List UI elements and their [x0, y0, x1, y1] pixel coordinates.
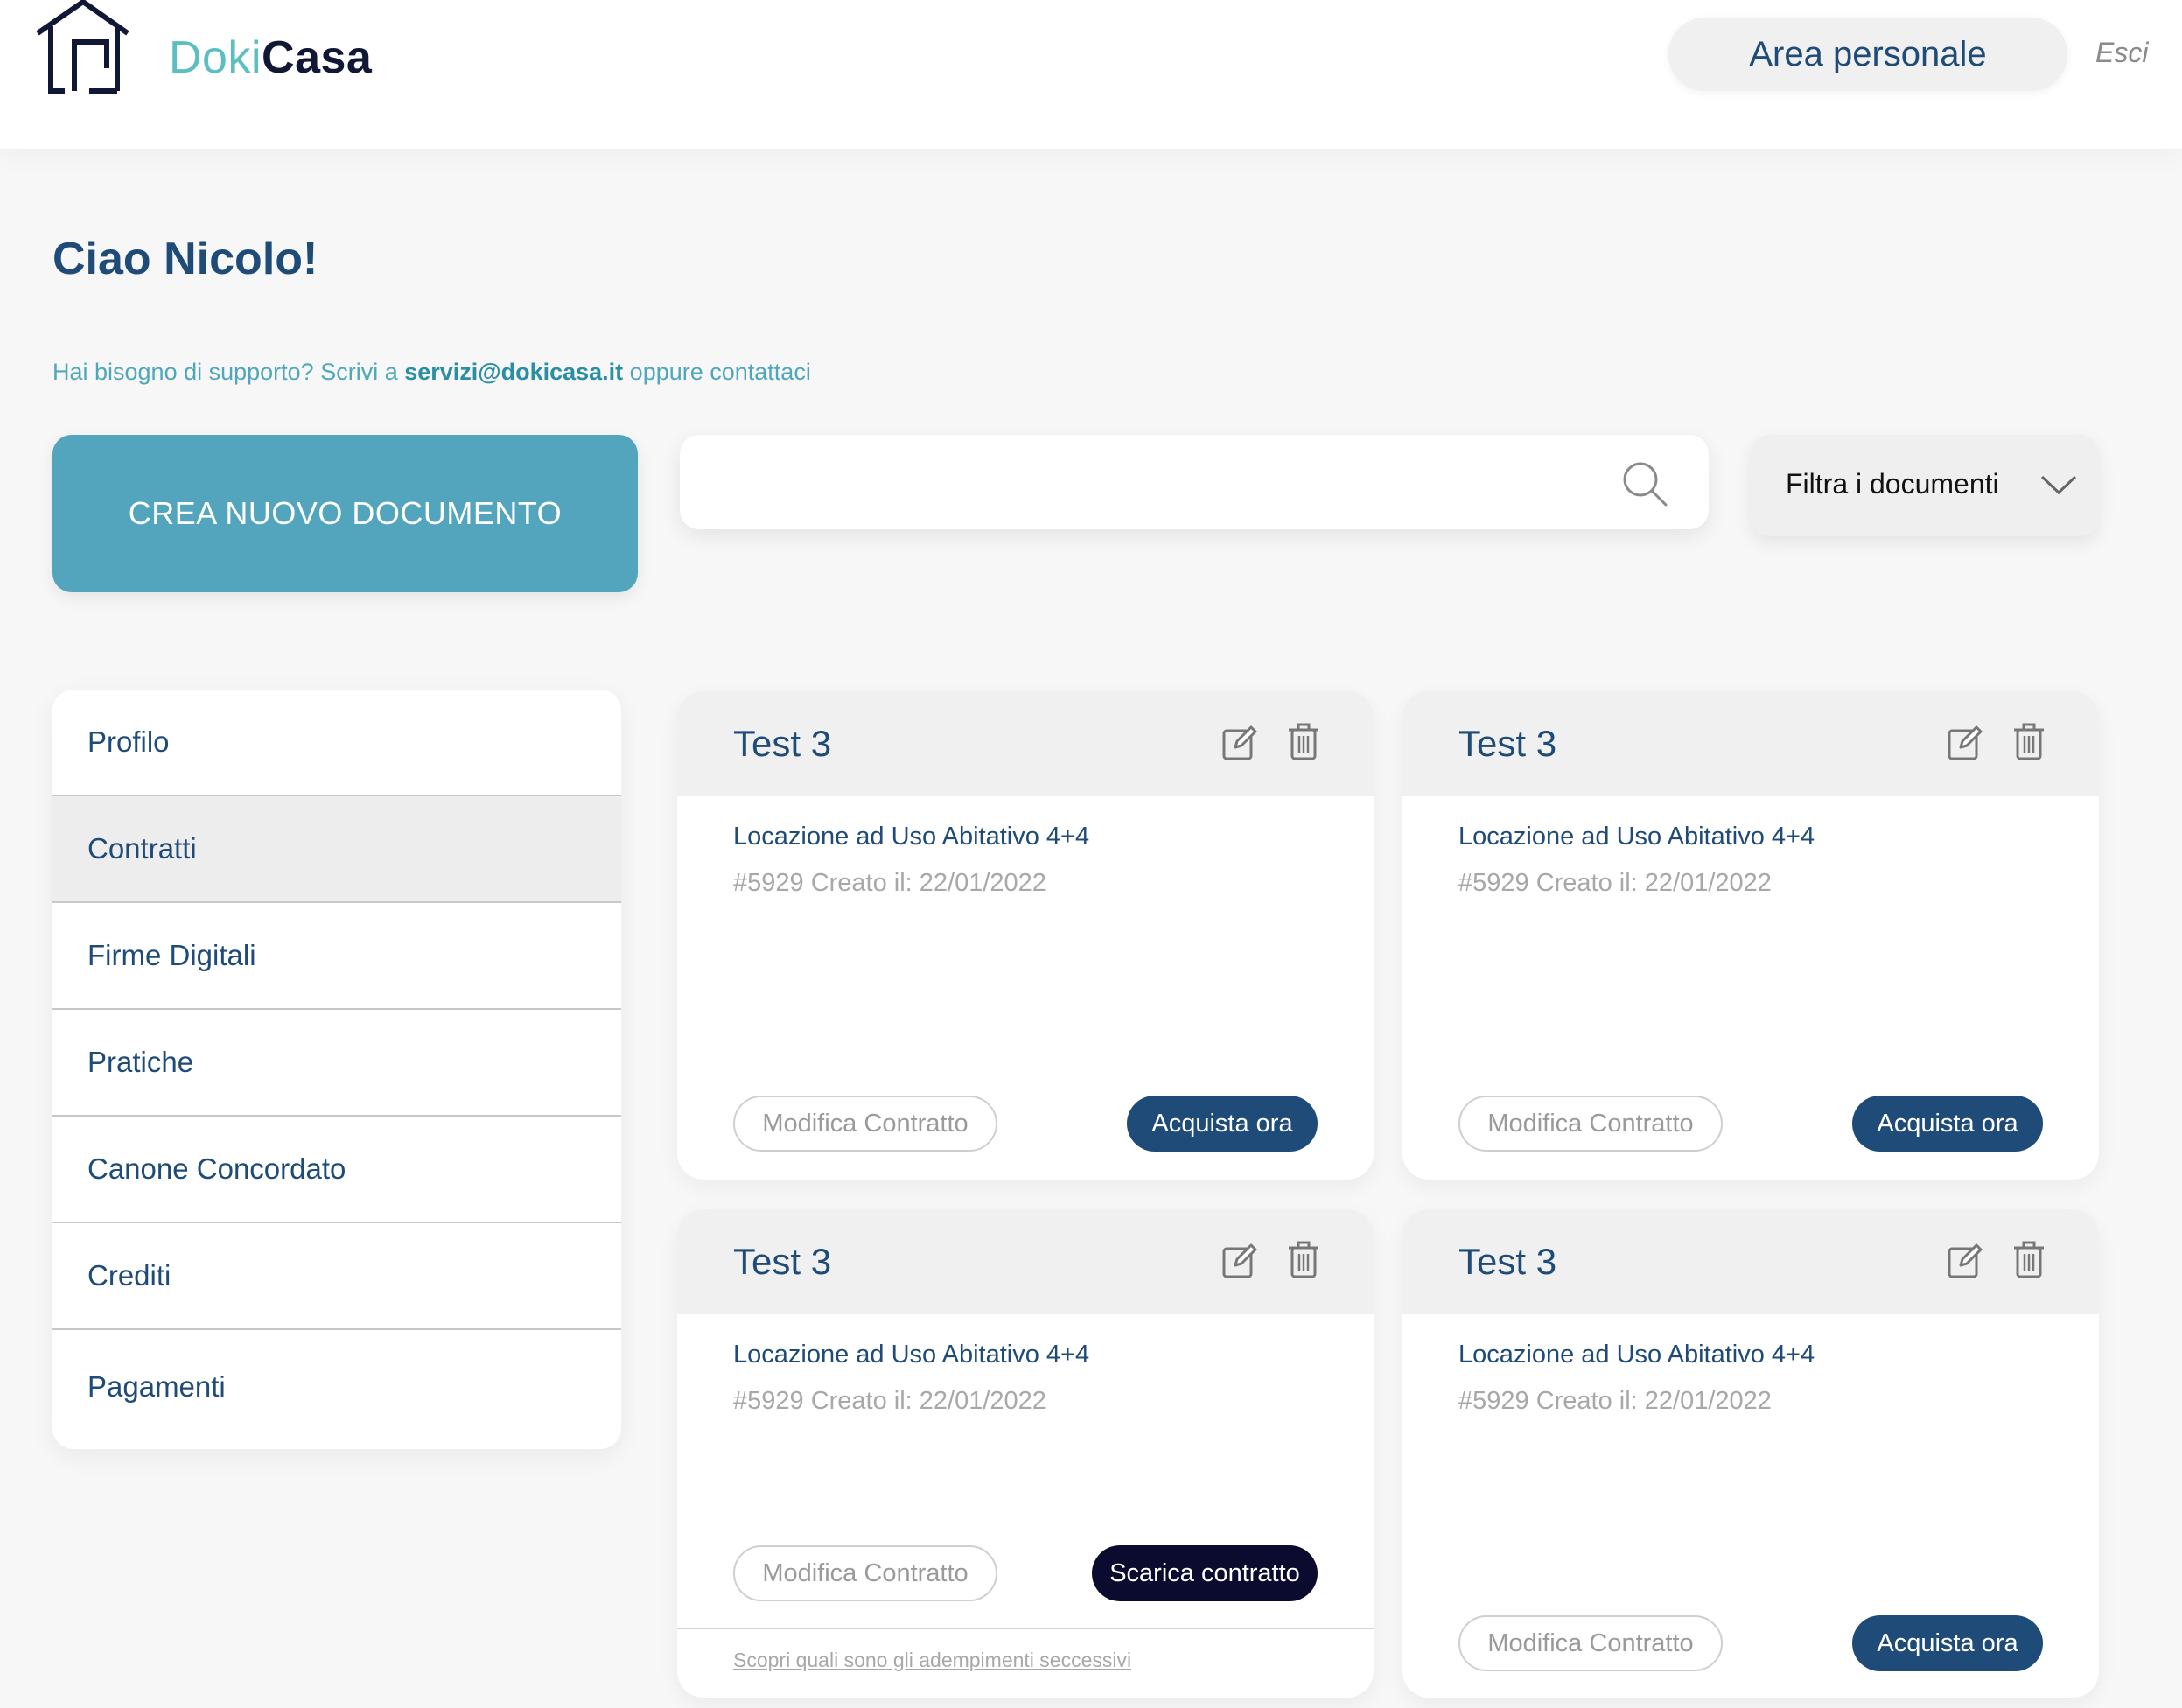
edit-icon[interactable] — [1947, 724, 1983, 761]
edit-icon[interactable] — [1221, 724, 1258, 761]
contract-meta: #5929 Creato il: 22/01/2022 — [733, 869, 1046, 897]
trash-icon[interactable] — [2012, 1241, 2046, 1279]
house-logo-icon — [36, 0, 129, 94]
area-personale-button[interactable]: Area personale — [1668, 18, 2067, 91]
sidebar-item-pratiche[interactable]: Pratiche — [52, 1010, 621, 1116]
dokicasa-logo[interactable]: DokiCasa — [33, 0, 372, 96]
edit-contract-button[interactable]: Modifica Contratto — [733, 1096, 997, 1152]
logo-text: DokiCasa — [169, 32, 372, 84]
filter-label: Filtra i documenti — [1786, 468, 1999, 500]
logo-doki: Doki — [169, 32, 262, 83]
card-header: Test 3 — [677, 691, 1374, 796]
buy-now-button[interactable]: Acquista ora — [1852, 1615, 2043, 1671]
page-title: Ciao Nicolo! — [52, 234, 318, 284]
card-title: Test 3 — [1458, 723, 1557, 764]
search-icon[interactable] — [1620, 459, 1669, 508]
sidebar-menu: Profilo Contratti Firme Digitali Pratich… — [52, 690, 621, 1449]
contract-card: Test 3 Locazione ad Uso Abitativo 4+4 #5… — [1402, 1209, 2099, 1698]
card-title: Test 3 — [733, 723, 832, 764]
card-title: Test 3 — [1458, 1241, 1557, 1282]
create-document-button[interactable]: CREA NUOVO DOCUMENTO — [52, 435, 638, 592]
edit-icon[interactable] — [1221, 1242, 1258, 1279]
contract-meta: #5929 Creato il: 22/01/2022 — [733, 1387, 1046, 1415]
sidebar-item-pagamenti[interactable]: Pagamenti — [52, 1330, 621, 1444]
support-text: Hai bisogno di supporto? Scrivi a serviz… — [52, 359, 811, 386]
support-suffix[interactable]: oppure contattaci — [623, 359, 811, 385]
contract-card: Test 3 Locazione ad Uso Abitativo 4+4 #5… — [677, 691, 1374, 1180]
support-email-link[interactable]: servizi@dokicasa.it — [404, 359, 623, 385]
contract-card: Test 3 Locazione ad Uso Abitativo 4+4 #5… — [1402, 691, 2099, 1180]
sidebar-item-contratti[interactable]: Contratti — [52, 796, 621, 903]
contract-type: Locazione ad Uso Abitativo 4+4 — [733, 822, 1090, 850]
contract-type: Locazione ad Uso Abitativo 4+4 — [1458, 1340, 1815, 1368]
support-prefix: Hai bisogno di supporto? Scrivi a — [52, 359, 405, 385]
card-divider — [677, 1628, 1374, 1629]
chevron-down-icon — [2040, 475, 2077, 495]
trash-icon[interactable] — [1287, 1241, 1320, 1279]
trash-icon[interactable] — [1287, 723, 1320, 761]
trash-icon[interactable] — [2012, 723, 2046, 761]
contract-meta: #5929 Creato il: 22/01/2022 — [1458, 869, 1772, 897]
next-steps-link[interactable]: Scopri quali sono gli adempimenti secces… — [733, 1648, 1131, 1672]
sidebar-item-profilo[interactable]: Profilo — [52, 690, 621, 796]
edit-contract-button[interactable]: Modifica Contratto — [1458, 1096, 1723, 1152]
contract-card: Test 3 Locazione ad Uso Abitativo 4+4 #5… — [677, 1209, 1374, 1698]
card-title: Test 3 — [733, 1241, 832, 1282]
contract-type: Locazione ad Uso Abitativo 4+4 — [733, 1340, 1090, 1368]
download-contract-button[interactable]: Scarica contratto — [1092, 1545, 1318, 1601]
edit-contract-button[interactable]: Modifica Contratto — [733, 1545, 997, 1601]
edit-contract-button[interactable]: Modifica Contratto — [1458, 1615, 1723, 1671]
contract-type: Locazione ad Uso Abitativo 4+4 — [1458, 822, 1815, 850]
buy-now-button[interactable]: Acquista ora — [1852, 1096, 2043, 1152]
buy-now-button[interactable]: Acquista ora — [1127, 1096, 1318, 1152]
search-bar — [680, 435, 1709, 529]
card-header: Test 3 — [677, 1209, 1374, 1314]
sidebar-item-canone-concordato[interactable]: Canone Concordato — [52, 1116, 621, 1223]
logout-link[interactable]: Esci — [2095, 37, 2148, 69]
filter-documents-dropdown[interactable]: Filtra i documenti — [1751, 435, 2099, 536]
top-bar: DokiCasa Area personale Esci — [0, 0, 2182, 149]
edit-icon[interactable] — [1947, 1242, 1983, 1279]
card-header: Test 3 — [1402, 691, 2099, 796]
sidebar-item-firme-digitali[interactable]: Firme Digitali — [52, 903, 621, 1010]
sidebar-item-crediti[interactable]: Crediti — [52, 1223, 621, 1330]
contract-meta: #5929 Creato il: 22/01/2022 — [1458, 1387, 1772, 1415]
card-header: Test 3 — [1402, 1209, 2099, 1314]
logo-casa: Casa — [262, 32, 373, 83]
search-input[interactable] — [706, 456, 1581, 508]
